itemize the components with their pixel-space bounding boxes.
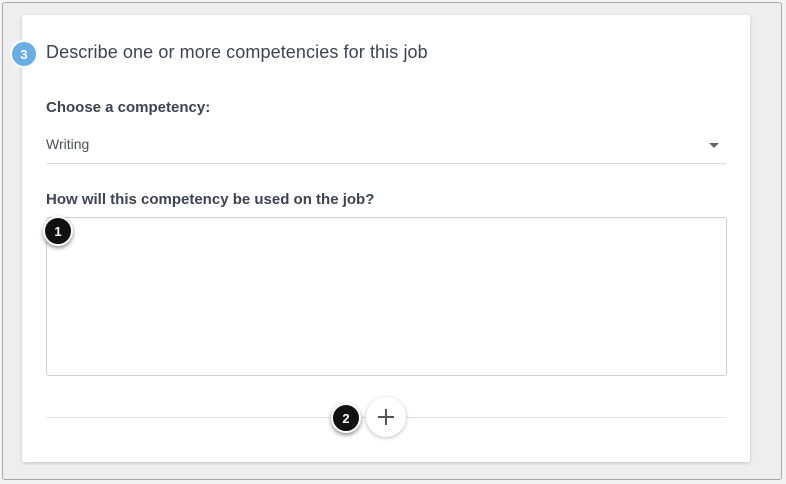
- annotation-marker-1: 1: [43, 216, 73, 246]
- competency-select-label: Choose a competency:: [46, 99, 211, 116]
- step-number-badge: 3: [10, 40, 38, 68]
- section-title: Describe one or more competencies for th…: [46, 42, 428, 62]
- caret-down-icon: [709, 143, 719, 148]
- competency-usage-textarea[interactable]: [46, 217, 727, 376]
- annotation-marker-2: 2: [331, 403, 361, 433]
- competency-card: 3 Describe one or more competencies for …: [10, 15, 750, 462]
- plus-icon: [378, 409, 394, 425]
- competency-select[interactable]: Writing: [46, 133, 726, 164]
- competency-selected-value: Writing: [46, 136, 90, 152]
- competency-usage-label: How will this competency be used on the …: [46, 191, 375, 208]
- add-competency-button[interactable]: [366, 397, 406, 437]
